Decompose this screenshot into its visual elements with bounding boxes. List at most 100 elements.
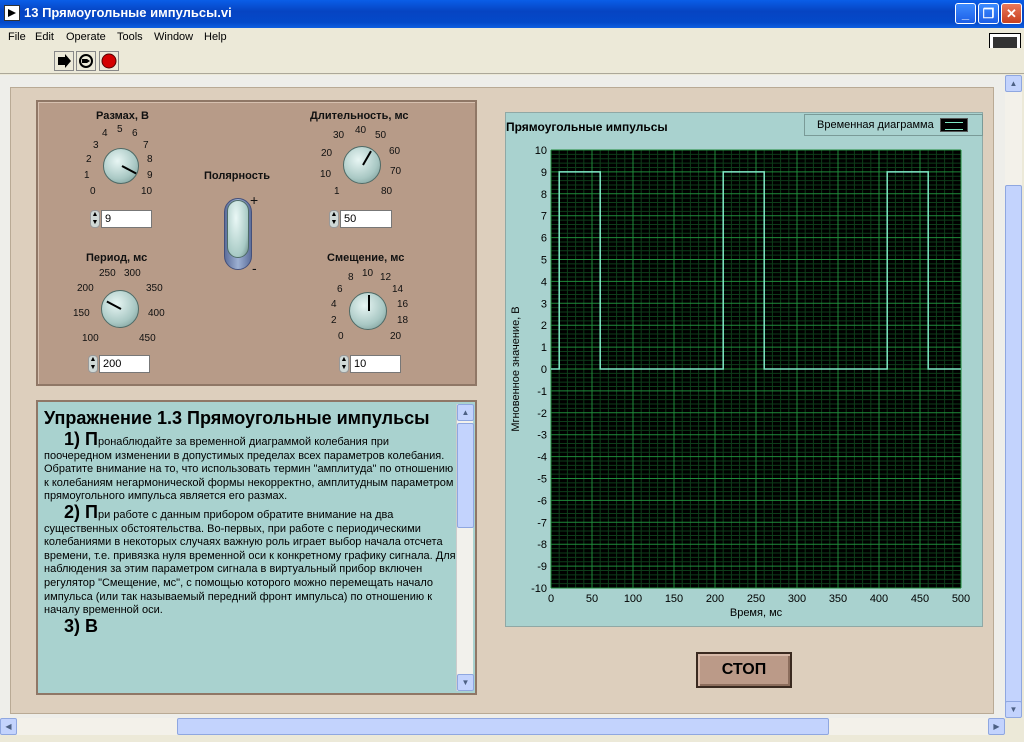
waveform-plot: -10-9-8-7-6-5-4-3-2-1012345678910 0 50 100…	[510, 145, 970, 619]
offset-knob[interactable]	[349, 292, 387, 330]
menu-edit[interactable]: Edit	[35, 31, 54, 43]
scroll-up-arrow-icon[interactable]: ▲	[1005, 75, 1022, 92]
textbox-scrollbar[interactable]: ▲ ▼	[456, 404, 474, 691]
amplitude-field[interactable]: 9	[101, 210, 152, 228]
stop-button[interactable]: СТОП	[696, 652, 792, 688]
window-horizontal-scrollbar[interactable]: ◀ ▶	[0, 718, 1005, 735]
tick: 350	[146, 283, 163, 294]
knob-pointer	[121, 165, 137, 175]
run-continuously-button[interactable]	[76, 51, 96, 71]
run-continuously-icon	[79, 54, 93, 68]
polarity-minus-label: -	[252, 260, 257, 276]
duration-spinner[interactable]: ▲ ▼	[329, 210, 339, 228]
title-bar: 13 Прямоугольные импульсы.vi _ ❐ ✕	[0, 0, 1024, 28]
tick: 6	[132, 128, 138, 139]
y-tick-label: 10	[535, 145, 547, 157]
labview-app-icon[interactable]	[4, 5, 20, 21]
y-tick-label: 5	[541, 255, 547, 267]
textbox-scroll-thumb[interactable]	[457, 423, 474, 528]
scroll-down-arrow-icon[interactable]: ▼	[457, 674, 474, 691]
y-tick-label: -3	[537, 430, 547, 442]
tick: 10	[362, 268, 374, 279]
abort-button[interactable]	[99, 51, 119, 71]
knob-pointer	[368, 295, 370, 311]
tick: 8	[348, 272, 354, 283]
toolbar	[0, 48, 1024, 74]
run-arrow-icon	[58, 54, 71, 68]
tick: 2	[331, 315, 337, 326]
p2-text: ри работе с данным прибором обратите вни…	[44, 508, 456, 617]
menu-file[interactable]: File	[8, 31, 26, 43]
y-tick-label: -10	[531, 583, 547, 595]
tick: 0	[338, 331, 344, 342]
menu-tools[interactable]: Tools	[117, 31, 143, 43]
offset-field[interactable]: 10	[350, 355, 401, 373]
offset-label: Смещение, мс	[327, 252, 405, 264]
menu-window[interactable]: Window	[154, 31, 193, 43]
scroll-up-arrow-icon[interactable]: ▲	[457, 404, 474, 421]
tick: 4	[102, 128, 108, 139]
window-hscroll-thumb[interactable]	[177, 718, 829, 735]
menu-help[interactable]: Help	[204, 31, 227, 43]
tick: 50	[375, 130, 387, 141]
duration-field[interactable]: 50	[340, 210, 392, 228]
minimize-button[interactable]: _	[955, 3, 976, 24]
scroll-right-arrow-icon[interactable]: ▶	[988, 718, 1005, 735]
y-axis-ticks: -10-9-8-7-6-5-4-3-2-1012345678910	[531, 145, 547, 595]
y-tick-label: 8	[541, 189, 547, 201]
menu-operate[interactable]: Operate	[66, 31, 106, 43]
amplitude-numeric[interactable]: ▲ ▼ 9	[90, 210, 152, 228]
x-tick-label: 500	[952, 593, 970, 605]
chart-title: Прямоугольные импульсы	[506, 120, 668, 134]
y-axis-label: Мгновенное значение, В	[510, 306, 522, 431]
tick: 9	[147, 170, 153, 181]
paragraph-2: 2) При работе с данным прибором обратите…	[44, 503, 456, 618]
duration-numeric[interactable]: ▲ ▼ 50	[329, 210, 392, 228]
legend-label: Временная диаграмма	[817, 119, 934, 131]
tick: 40	[355, 125, 367, 136]
p3-number: 3) В	[64, 615, 99, 636]
run-button[interactable]	[54, 51, 74, 71]
offset-spinner[interactable]: ▲ ▼	[339, 355, 349, 373]
close-button[interactable]: ✕	[1001, 3, 1022, 24]
tick: 10	[320, 169, 332, 180]
duration-label: Длительность, мс	[310, 110, 409, 122]
menu-bar: File Edit Operate Tools Window Help	[0, 28, 1024, 48]
x-axis-label: Время, мс	[730, 607, 783, 619]
stop-sign-icon	[101, 53, 117, 69]
x-tick-label: 100	[624, 593, 642, 605]
legend-swatch-icon	[940, 118, 968, 132]
x-tick-label: 300	[788, 593, 806, 605]
tick: 1	[84, 170, 90, 181]
duration-knob[interactable]	[343, 146, 381, 184]
period-field[interactable]: 200	[99, 355, 150, 373]
y-tick-label: -4	[537, 452, 547, 464]
tick: 18	[397, 315, 409, 326]
amplitude-knob[interactable]	[103, 148, 139, 184]
period-spinner[interactable]: ▲ ▼	[88, 355, 98, 373]
tick: 6	[337, 284, 343, 295]
maximize-button[interactable]: ❐	[978, 3, 999, 24]
polarity-switch[interactable]	[227, 200, 249, 258]
tick: 250	[99, 268, 116, 279]
y-tick-label: -9	[537, 561, 547, 573]
period-numeric[interactable]: ▲ ▼ 200	[88, 355, 150, 373]
y-tick-label: 9	[541, 167, 547, 179]
instructions-textbox[interactable]: Упражнение 1.3 Прямоугольные импульсы 1)…	[36, 400, 477, 695]
y-tick-label: -5	[537, 474, 547, 486]
offset-numeric[interactable]: ▲ ▼ 10	[339, 355, 401, 373]
tick: 70	[390, 166, 402, 177]
scroll-left-arrow-icon[interactable]: ◀	[0, 718, 17, 735]
tick: 1	[334, 186, 340, 197]
scroll-down-arrow-icon[interactable]: ▼	[1005, 701, 1022, 718]
window-vscroll-thumb[interactable]	[1005, 185, 1022, 707]
chart-legend[interactable]: Временная диаграмма	[804, 114, 983, 136]
tick: 8	[147, 154, 153, 165]
amplitude-spinner[interactable]: ▲ ▼	[90, 210, 100, 228]
window-vertical-scrollbar[interactable]: ▲ ▼	[1005, 75, 1022, 718]
exercise-heading: Упражнение 1.3 Прямоугольные импульсы	[44, 408, 430, 428]
y-tick-label: -6	[537, 495, 547, 507]
y-tick-label: 1	[541, 342, 547, 354]
x-tick-label: 450	[911, 593, 929, 605]
period-knob[interactable]	[101, 290, 139, 328]
